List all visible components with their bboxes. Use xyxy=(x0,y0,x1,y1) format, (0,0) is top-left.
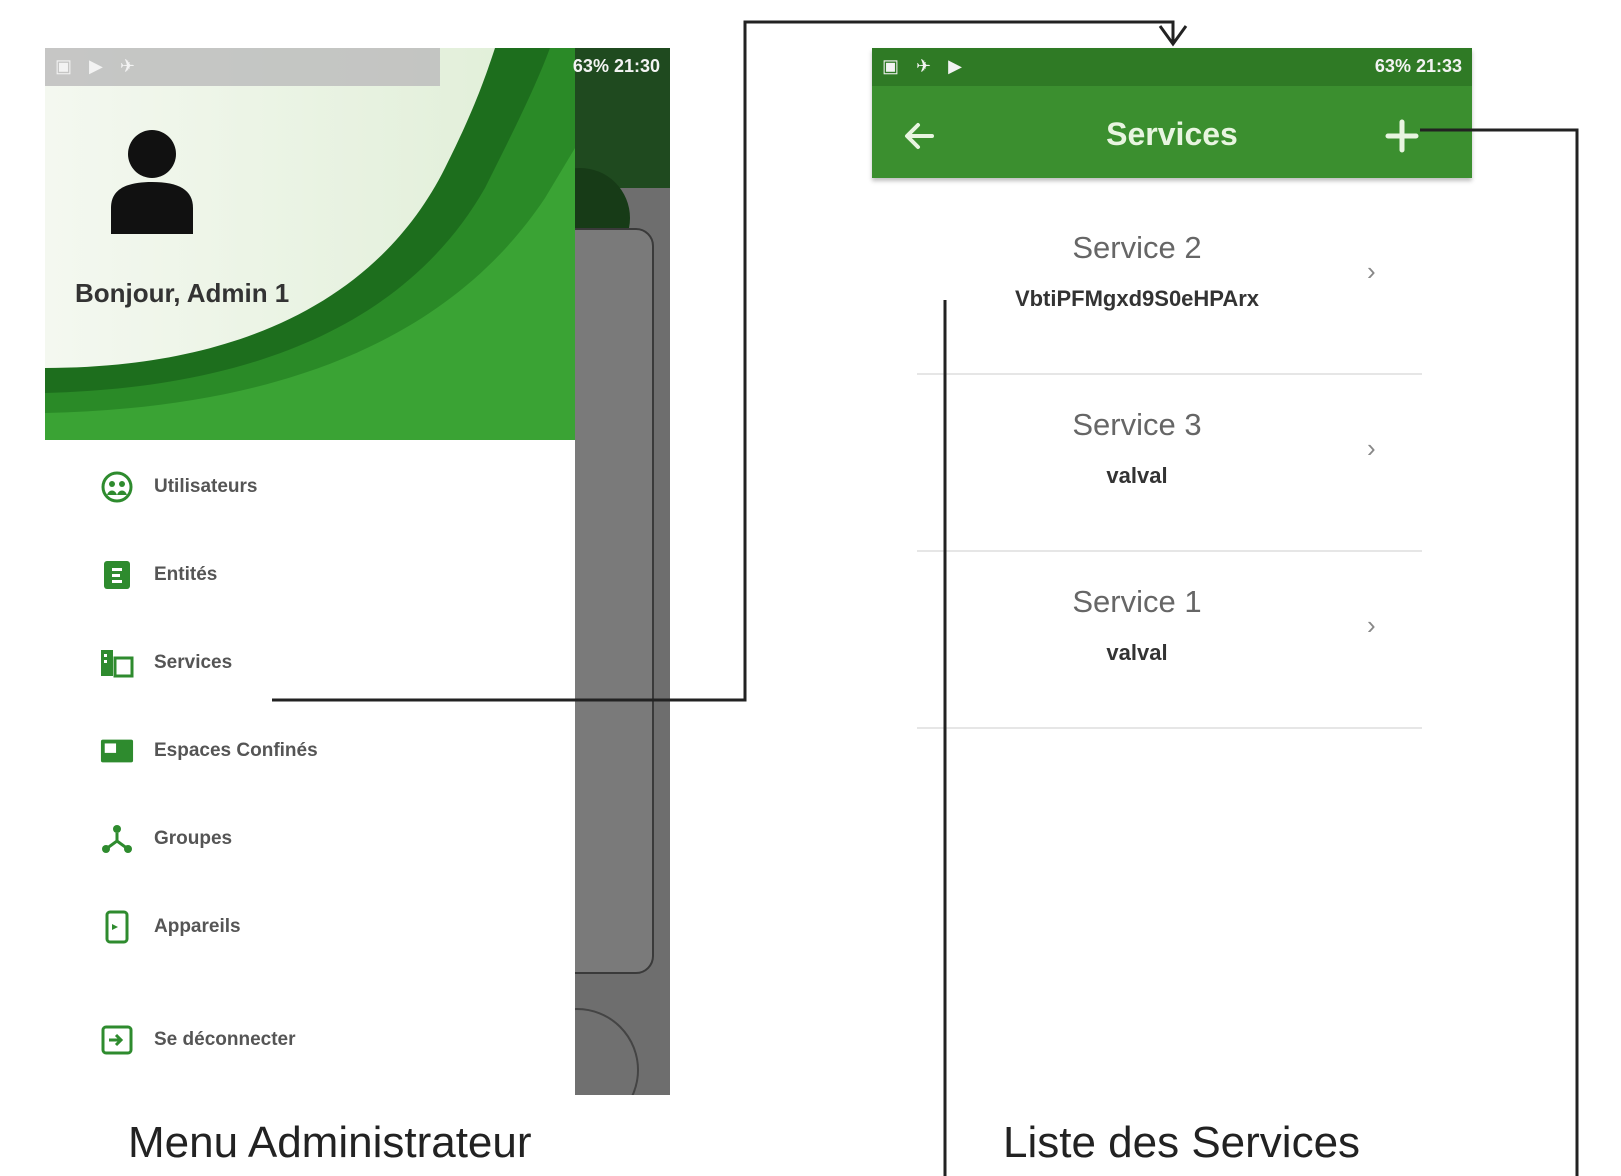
service-name: Service 2 xyxy=(1072,230,1202,265)
groups-icon xyxy=(100,822,134,856)
service-row[interactable]: Service 1 valval › xyxy=(917,550,1422,729)
drawer-header: Bonjour, Admin 1 xyxy=(45,48,575,440)
avatar xyxy=(107,126,197,236)
status-bar: ▣ ▶ ✈ 63% 21:30 xyxy=(45,48,670,86)
menu-item-services[interactable]: Services xyxy=(100,641,500,685)
menu-item-label: Appareils xyxy=(154,916,241,937)
menu-item-label: Se déconnecter xyxy=(154,1029,296,1050)
entity-icon xyxy=(100,558,134,592)
notification-icons: ▣ ✈ ▶ xyxy=(882,56,968,76)
service-name: Service 1 xyxy=(1072,584,1202,619)
user-icon xyxy=(111,130,193,234)
menu-item-label: Espaces Confinés xyxy=(154,740,318,761)
menu-item-espaces-confines[interactable]: Espaces Confinés xyxy=(100,729,500,773)
service-row[interactable]: Service 2 VbtiPFMgxd9S0eHPArx › xyxy=(917,196,1422,375)
menu-item-label: Groupes xyxy=(154,828,233,849)
menu-item-label: Utilisateurs xyxy=(154,476,258,497)
chevron-right-icon: › xyxy=(1367,610,1376,640)
devices-icon xyxy=(100,910,134,944)
add-service-button[interactable] xyxy=(1382,116,1422,156)
service-name: Service 3 xyxy=(1072,407,1202,442)
caption-liste-des-services: Liste des Services xyxy=(1003,1118,1361,1167)
menu-item-se-deconnecter[interactable]: Se déconnecter xyxy=(100,1018,500,1062)
menu-item-label: Services xyxy=(154,652,233,673)
menu-item-entites[interactable]: Entités xyxy=(100,553,500,597)
confined-space-icon xyxy=(100,734,134,768)
service-row[interactable]: Service 3 valval › xyxy=(917,373,1422,552)
arrowhead-icon xyxy=(1158,25,1188,47)
navigation-drawer: Bonjour, Admin 1 Utilisateurs Entités Se… xyxy=(45,48,575,1095)
menu-item-appareils[interactable]: Appareils xyxy=(100,905,500,949)
status-bar-text: 63% 21:33 xyxy=(1374,56,1462,76)
notification-icons: ▣ ▶ ✈ xyxy=(55,56,141,76)
chevron-right-icon: › xyxy=(1367,433,1376,463)
caption-menu-administrateur: Menu Administrateur xyxy=(128,1118,532,1167)
service-description: VbtiPFMgxd9S0eHPArx xyxy=(1014,286,1260,311)
admin-menu-screen: Bonjour, Admin 1 Utilisateurs Entités Se… xyxy=(45,48,670,1095)
menu-item-groupes[interactable]: Groupes xyxy=(100,817,500,861)
users-icon xyxy=(100,470,134,504)
status-bar: ▣ ✈ ▶ 63% 21:33 xyxy=(872,48,1472,86)
app-bar: ▣ ✈ ▶ 63% 21:33 Services xyxy=(872,48,1472,178)
services-list-screen: ▣ ✈ ▶ 63% 21:33 Services Service 2 VbtiP… xyxy=(872,48,1472,1098)
services-icon xyxy=(100,646,134,680)
logout-icon xyxy=(100,1023,134,1057)
service-description: valval xyxy=(1106,640,1168,665)
header-wave-graphic xyxy=(45,48,575,440)
status-bar-text: 63% 21:30 xyxy=(572,56,660,76)
chevron-right-icon: › xyxy=(1367,256,1376,286)
plus-icon xyxy=(1385,119,1419,153)
greeting-text: Bonjour, Admin 1 xyxy=(75,278,290,308)
service-description: valval xyxy=(1106,463,1168,488)
menu-item-label: Entités xyxy=(154,564,218,585)
menu-item-utilisateurs[interactable]: Utilisateurs xyxy=(100,465,500,509)
